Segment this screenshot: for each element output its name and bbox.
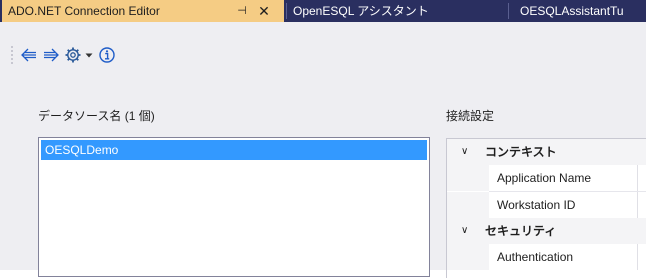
property-label: Application Name bbox=[497, 171, 592, 185]
settings-icon[interactable] bbox=[64, 46, 82, 64]
row-margin bbox=[447, 192, 489, 218]
property-workstation-id[interactable]: Workstation ID bbox=[447, 192, 646, 218]
dropdown-arrow-icon[interactable] bbox=[84, 46, 94, 64]
tab-label: OESQLAssistantTu bbox=[520, 4, 624, 18]
property-label: Authentication bbox=[497, 250, 574, 264]
property-value[interactable] bbox=[637, 244, 646, 270]
row-margin bbox=[447, 165, 489, 191]
property-label: Workstation ID bbox=[497, 198, 576, 212]
connection-settings-label: 接続設定 bbox=[446, 109, 495, 123]
tab-separator bbox=[508, 3, 509, 19]
toolbar bbox=[0, 22, 646, 64]
info-icon[interactable] bbox=[98, 46, 116, 64]
category-label: セキュリティ bbox=[485, 224, 557, 238]
forward-icon[interactable] bbox=[42, 46, 60, 64]
tab-strip: ADO.NET Connection Editor ⊣ ✕ OpenESQL ア… bbox=[0, 0, 646, 22]
category-security[interactable]: ∨ セキュリティ bbox=[447, 218, 646, 244]
property-value[interactable] bbox=[637, 192, 646, 218]
property-application-name[interactable]: Application Name bbox=[447, 165, 646, 191]
category-context[interactable]: ∨ コンテキスト bbox=[447, 139, 646, 165]
category-label: コンテキスト bbox=[485, 145, 557, 159]
tab-separator bbox=[286, 3, 287, 19]
chevron-down-icon[interactable]: ∨ bbox=[461, 218, 468, 244]
tab-openesql-assistant[interactable]: OpenESQL アシスタント bbox=[286, 0, 506, 22]
connection-property-grid: ∨ コンテキスト Application Name Workstation ID… bbox=[446, 138, 646, 278]
data-source-list[interactable]: OESQLDemo bbox=[38, 137, 430, 277]
property-value[interactable] bbox=[637, 165, 646, 191]
toolbar-grip[interactable] bbox=[11, 45, 13, 65]
tab-label: OpenESQL アシスタント bbox=[293, 4, 429, 18]
tab-oesql-assistant-tu[interactable]: OESQLAssistantTu bbox=[508, 0, 646, 22]
tab-label: ADO.NET Connection Editor bbox=[8, 4, 160, 18]
chevron-down-icon[interactable]: ∨ bbox=[461, 139, 468, 165]
editor-window: ADO.NET Connection Editor ⊣ ✕ OpenESQL ア… bbox=[0, 0, 646, 278]
data-source-label: データソース名 (1 個) bbox=[38, 109, 155, 123]
close-icon[interactable]: ✕ bbox=[256, 0, 272, 22]
back-icon[interactable] bbox=[20, 46, 38, 64]
property-authentication[interactable]: Authentication bbox=[447, 244, 646, 270]
list-item[interactable]: OESQLDemo bbox=[41, 140, 427, 160]
row-margin bbox=[447, 244, 489, 270]
tab-ado-net-connection-editor[interactable]: ADO.NET Connection Editor ⊣ ✕ bbox=[2, 0, 284, 22]
pin-icon[interactable]: ⊣ bbox=[235, 0, 249, 22]
